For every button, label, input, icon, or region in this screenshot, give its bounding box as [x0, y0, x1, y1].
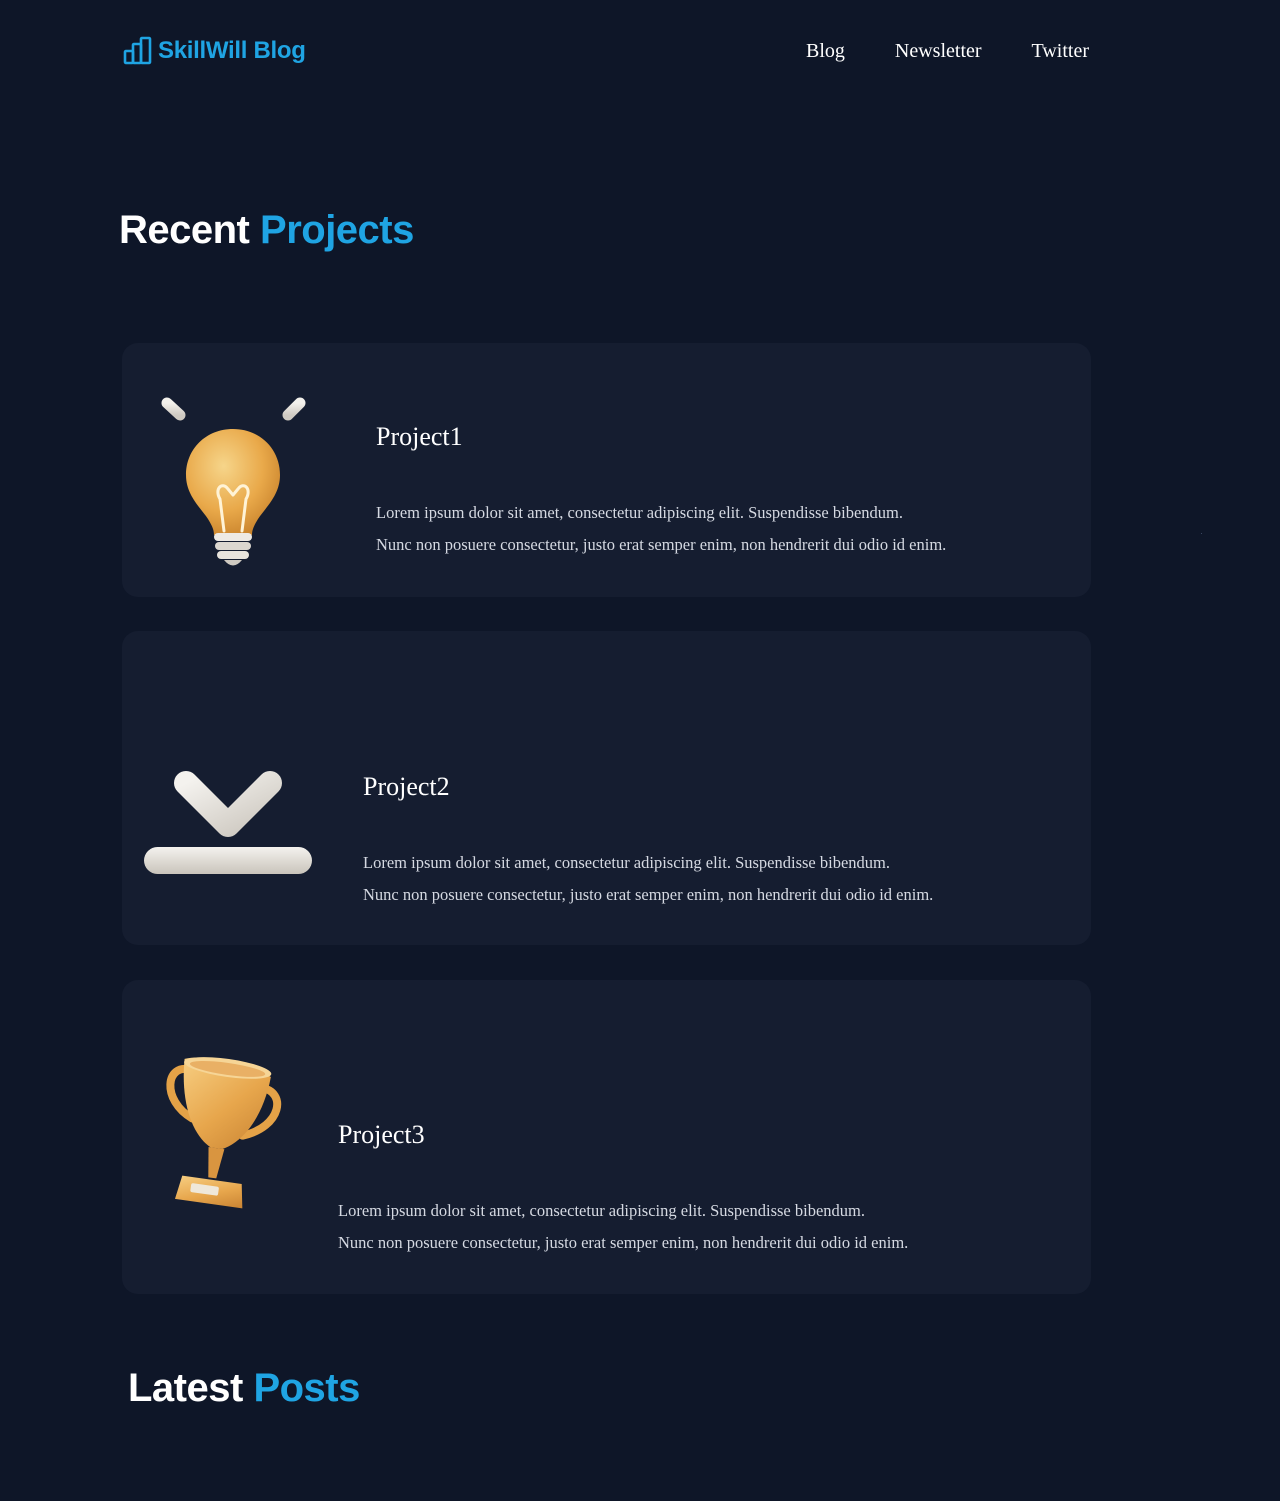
project-3-desc-line-2: Nunc non posuere consectetur, justo erat…: [338, 1233, 909, 1252]
project-2-title[interactable]: Project2: [363, 771, 933, 803]
site-header: SkillWill Blog Blog Newsletter Twitter: [0, 0, 1280, 104]
project-1-desc-line-2: Nunc non posuere consectetur, justo erat…: [376, 535, 947, 554]
nav-link-newsletter[interactable]: Newsletter: [895, 38, 982, 64]
lightbulb-icon: [128, 371, 342, 576]
heading-accent-word: Posts: [253, 1366, 360, 1410]
heading-main-word: Latest: [128, 1366, 243, 1410]
trophy-icon: [150, 1052, 282, 1227]
brand-name: SkillWill Blog: [158, 36, 306, 64]
project-3-description: Lorem ipsum dolor sit amet, consectetur …: [338, 1195, 908, 1259]
heading-accent-word: Projects: [260, 208, 414, 252]
project-3-title[interactable]: Project3: [338, 1119, 908, 1151]
heading-main-word: Recent: [119, 208, 250, 252]
project-1-desc-line-1: Lorem ipsum dolor sit amet, consectetur …: [376, 503, 903, 522]
project-card-2[interactable]: Project2 Lorem ipsum dolor sit amet, con…: [122, 631, 1091, 945]
project-1-title[interactable]: Project1: [376, 421, 946, 453]
project-2-description: Lorem ipsum dolor sit amet, consectetur …: [363, 847, 933, 911]
project-3-desc-line-1: Lorem ipsum dolor sit amet, consectetur …: [338, 1201, 865, 1220]
project-3-content: Project3 Lorem ipsum dolor sit amet, con…: [338, 1119, 908, 1259]
latest-posts-heading: Latest Posts: [128, 1364, 360, 1412]
nav-link-blog[interactable]: Blog: [806, 38, 845, 64]
main-nav: Blog Newsletter Twitter: [806, 38, 1089, 64]
project-2-desc-line-2: Nunc non posuere consectetur, justo erat…: [363, 885, 934, 904]
brand-logo-link[interactable]: SkillWill Blog: [123, 36, 306, 65]
download-arrow-icon: [142, 694, 314, 882]
bar-chart-icon: [123, 36, 155, 65]
nav-link-twitter[interactable]: Twitter: [1032, 38, 1089, 64]
project-card-1[interactable]: Project1 Lorem ipsum dolor sit amet, con…: [122, 343, 1091, 597]
recent-projects-heading: Recent Projects: [119, 206, 414, 254]
project-2-content: Project2 Lorem ipsum dolor sit amet, con…: [363, 771, 933, 911]
project-2-desc-line-1: Lorem ipsum dolor sit amet, consectetur …: [363, 853, 890, 872]
decorative-dot: [1201, 533, 1202, 534]
project-1-description: Lorem ipsum dolor sit amet, consectetur …: [376, 497, 946, 561]
project-1-content: Project1 Lorem ipsum dolor sit amet, con…: [376, 421, 946, 561]
project-card-3[interactable]: Project3 Lorem ipsum dolor sit amet, con…: [122, 980, 1091, 1294]
